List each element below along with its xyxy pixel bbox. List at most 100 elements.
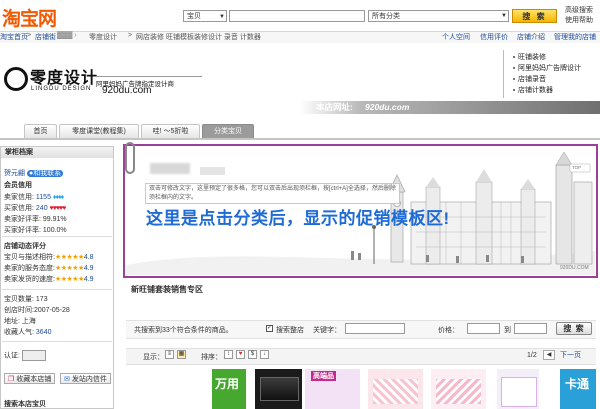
grid-view-icon[interactable]: ▦ xyxy=(177,350,186,359)
product-thumbnail[interactable]: 卡通 xyxy=(560,369,596,409)
fans-value[interactable]: 3640 xyxy=(36,329,52,336)
address-url[interactable]: 920du.com xyxy=(365,101,409,114)
send-message-button[interactable]: ✉ 发站内信件 xyxy=(60,373,111,384)
search-button[interactable]: 搜 索 xyxy=(512,9,557,23)
chevron-down-icon: ▼ xyxy=(501,13,507,19)
breadcrumb-item-home[interactable]: 淘宝首页 xyxy=(0,32,28,42)
thumbnail-image xyxy=(260,377,299,401)
product-thumbnail[interactable] xyxy=(431,369,486,409)
owner-name[interactable]: 贺元翩 xyxy=(4,170,25,177)
rating-value: 4.9 xyxy=(83,276,94,283)
promo-text-box[interactable]: 双击可修改文字，这里预定了很多格，您可以双击后出现须栏框，按[ctrl+A]全选… xyxy=(145,183,400,204)
rating-label: 卖家发货的速度: xyxy=(4,276,55,283)
item-count-row: 宝贝数量: 173 xyxy=(4,294,48,304)
thumbnail-text: 高端品 xyxy=(311,371,336,381)
product-thumbnail[interactable] xyxy=(255,369,302,409)
result-count: 共搜索到33个符合条件的商品。 xyxy=(134,327,233,334)
sidebar-search-title: 搜索本店宝贝 xyxy=(4,401,46,408)
shop-link-counter[interactable]: 店铺计数器 xyxy=(513,85,581,96)
location-row: 地址: 上海 xyxy=(4,316,36,326)
nav-personal-space[interactable]: 个人空间 xyxy=(442,32,470,42)
certify-row: 认证: xyxy=(4,350,46,361)
price-max-input[interactable] xyxy=(514,323,547,334)
location-value: 上海 xyxy=(21,318,36,325)
divider xyxy=(2,236,112,237)
tab-discount[interactable]: 哇! ～5折啦 xyxy=(141,124,200,138)
seller-credit-value[interactable]: 1155 xyxy=(36,194,51,201)
search-scope-label: 所有分类 xyxy=(372,13,400,20)
product-search-button[interactable]: 搜 索 xyxy=(556,322,592,335)
star-icon: ★★★★★ xyxy=(54,276,84,283)
buyer-positive-row: 买家好评率: 100.0% xyxy=(4,225,67,235)
buyer-credit-value[interactable]: 240 xyxy=(36,205,48,212)
view-options-bar xyxy=(126,348,596,365)
sort-sales-icon[interactable]: ↓ xyxy=(260,350,269,359)
search-category-select[interactable]: 宝贝 ▼ xyxy=(183,10,227,22)
contact-button[interactable]: ●和我联系 xyxy=(26,170,64,177)
product-thumbnail[interactable] xyxy=(497,369,539,409)
fans-label: 收藏人气: xyxy=(4,329,34,336)
breadcrumb-item-current: 网店装修 旺铺模板装修设计 录音 计数器 xyxy=(136,34,261,41)
seller-positive-row: 卖家好评率: 99.91% xyxy=(4,214,67,224)
buyer-positive-value: 100.0% xyxy=(42,227,67,234)
rating-label: 卖家的服务态度: xyxy=(4,265,55,272)
rating-value: 4.8 xyxy=(83,254,94,261)
price-to-label: 到 xyxy=(504,327,511,334)
breadcrumb-item-shop[interactable]: 零度设计 xyxy=(89,32,117,42)
bookmark-shop-button[interactable]: ❐ 收藏本店铺 xyxy=(4,373,56,384)
buyer-positive-label: 买家好评率: xyxy=(4,227,41,234)
bookmark-icon: ❐ xyxy=(8,376,15,383)
mail-icon: ✉ xyxy=(64,376,70,383)
list-view-icon[interactable]: ≡ xyxy=(165,350,174,359)
created-label: 创店时间: xyxy=(4,307,34,314)
tab-classroom[interactable]: 零度课堂(教程集) xyxy=(59,124,139,138)
product-thumbnail[interactable] xyxy=(368,369,423,409)
shop-link-list: 旺铺装修 阿里妈妈广告牌设计 店铺录音 店铺计数器 xyxy=(513,52,581,96)
fans-row: 收藏人气: 3640 xyxy=(4,327,51,337)
search-input[interactable] xyxy=(229,10,365,22)
promo-badge: TOP xyxy=(572,165,582,170)
owner-row: 贺元翩 ●和我联系 xyxy=(4,168,64,178)
shop-link-recording[interactable]: 店铺录音 xyxy=(513,74,581,85)
sort-label: 排序： xyxy=(201,354,222,361)
star-icon: ★★★★★ xyxy=(54,265,84,272)
product-thumbnail[interactable]: 高端品 xyxy=(305,369,360,409)
tab-category-items[interactable]: 分类宝贝 xyxy=(202,124,254,138)
thumbnail-image xyxy=(501,377,537,407)
breadcrumb-item-shops[interactable]: 店铺街 xyxy=(35,32,56,42)
products-section-title: 新旺铺套装销售专区 xyxy=(131,285,203,294)
breadcrumb-item-blurred: ▓▓▓ › xyxy=(57,32,77,39)
breadcrumb-separator: > xyxy=(27,32,32,39)
taobao-logo[interactable]: 淘宝网 xyxy=(2,4,57,31)
keyword-input[interactable] xyxy=(345,323,405,334)
nav-credit-rating[interactable]: 信用评价 xyxy=(480,32,508,42)
in-store-checkbox[interactable]: ✓ xyxy=(266,325,273,332)
shop-name-en: LINGDU DESIGN xyxy=(31,86,92,92)
rating-label: 宝贝与描述相符: xyxy=(4,254,55,261)
price-min-input[interactable] xyxy=(467,323,500,334)
item-count-label: 宝贝数量: xyxy=(4,296,34,303)
bookmark-shop-label: 收藏本店铺 xyxy=(16,376,52,383)
sort-popular-icon[interactable]: ♥ xyxy=(236,350,245,359)
help-link[interactable]: 使用帮助 xyxy=(565,15,593,25)
tab-home[interactable]: 首页 xyxy=(24,124,57,138)
nav-manage-shop[interactable]: 管理我的店铺 xyxy=(554,32,596,42)
previous-page-button[interactable]: ◀ xyxy=(543,350,555,360)
search-scope-select[interactable]: 所有分类 ▼ xyxy=(368,10,509,22)
nav-shop-intro[interactable]: 店铺介绍 xyxy=(517,32,545,42)
advanced-search-link[interactable]: 高级搜索 xyxy=(565,5,593,15)
seller-positive-value: 99.91% xyxy=(42,216,67,223)
rating-row: 卖家的服务态度:★★★★★4.9 xyxy=(4,263,94,273)
shop-domain: 920du.com xyxy=(102,85,152,96)
seller-positive-label: 卖家好评率: xyxy=(4,216,41,223)
product-thumbnail[interactable]: 万用 xyxy=(212,369,246,409)
shop-link-billboard[interactable]: 阿里妈妈广告牌设计 xyxy=(513,63,581,74)
next-page-link[interactable]: 下一页 xyxy=(560,350,581,360)
diamond-icon: ♦♦♦♦ xyxy=(52,194,64,201)
sort-default-icon[interactable]: ↕ xyxy=(224,350,233,359)
promo-blurred-title xyxy=(150,163,190,174)
certify-badge-icon[interactable] xyxy=(21,350,46,361)
sort-price-icon[interactable]: $ xyxy=(248,350,257,359)
heart-icon: ♥♥♥♥♥ xyxy=(49,205,67,212)
shop-link-decoration[interactable]: 旺铺装修 xyxy=(513,52,581,63)
